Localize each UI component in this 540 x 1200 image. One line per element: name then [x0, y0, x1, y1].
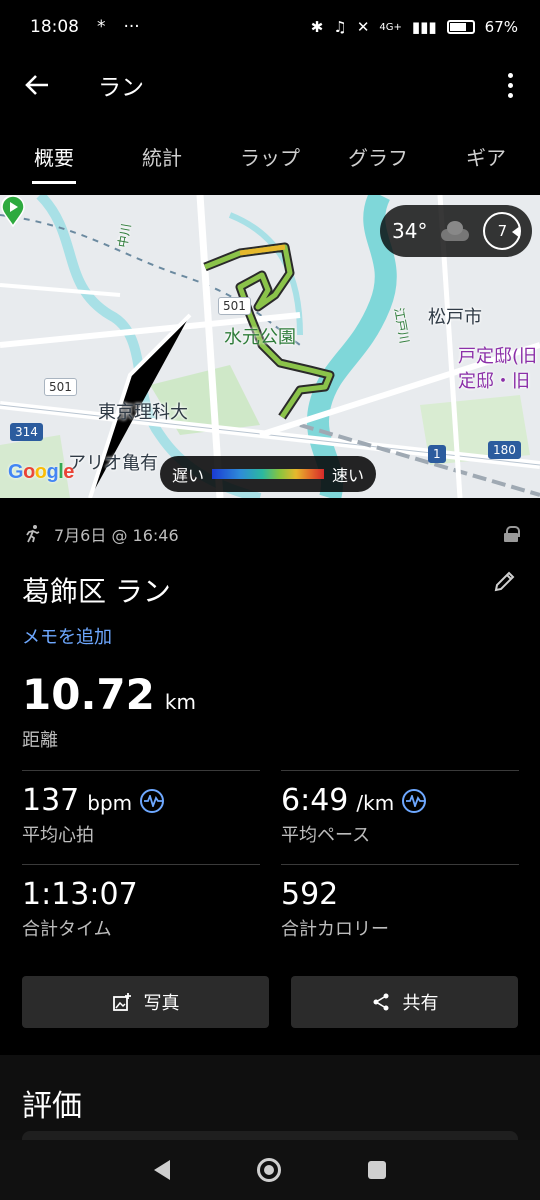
- calories-value: 592: [281, 877, 339, 912]
- nav-back-icon[interactable]: [153, 1160, 170, 1180]
- nav-home-icon[interactable]: [256, 1158, 281, 1182]
- stat-heart-rate: 137 bpm 平均心拍: [22, 770, 260, 864]
- add-memo-link[interactable]: メモを追加: [22, 623, 112, 649]
- speed-legend-fast: 速い: [331, 466, 364, 485]
- add-photo-icon: [112, 993, 131, 1011]
- heart-rate-unit: bpm: [87, 791, 133, 815]
- notification-icon: *: [97, 17, 106, 37]
- google-logo: Google: [8, 461, 74, 483]
- stat-total-time: 1:13:07 合計タイム: [22, 864, 260, 958]
- calories-label: 合計カロリー: [281, 919, 389, 940]
- earbuds-icon: ♫: [333, 18, 347, 36]
- pace-value: 6:49: [281, 783, 349, 818]
- speed-legend-slow: 遅い: [172, 466, 205, 485]
- distance-label: 距離: [22, 730, 58, 751]
- weather-badge: 34° 7: [380, 205, 532, 257]
- tab-bar: 概要 統計 ラップ グラフ ギア: [0, 126, 540, 186]
- pace-unit: /km: [356, 791, 395, 815]
- route-map[interactable]: 501 501 314 180 1 松戸市 水元公園 東京理科大 アリオ亀有 戸…: [0, 195, 540, 498]
- pace-info-icon[interactable]: [402, 788, 427, 813]
- map-label-tojo-2: 定邸・旧: [458, 371, 530, 392]
- road-501-badge: 501: [218, 297, 251, 315]
- tab-graph[interactable]: グラフ: [324, 126, 432, 186]
- tab-laps[interactable]: ラップ: [216, 126, 324, 186]
- add-photo-button[interactable]: 写真: [22, 976, 269, 1028]
- rating-title: 評価: [22, 1089, 82, 1124]
- mute-icon: ✕: [356, 18, 370, 36]
- start-marker-icon: [1, 195, 25, 227]
- battery-icon: [446, 20, 475, 34]
- tab-gear[interactable]: ギア: [432, 126, 540, 186]
- distance-value: 10.72 km: [22, 670, 196, 719]
- total-time-label: 合計タイム: [22, 919, 112, 940]
- share-label: 共有: [402, 993, 439, 1014]
- system-nav-bar: [0, 1140, 540, 1200]
- road-501-badge-2: 501: [44, 378, 77, 396]
- activity-meta: 7月6日 @ 16:46: [22, 522, 520, 546]
- back-button[interactable]: [0, 54, 74, 116]
- pace-label: 平均ペース: [281, 825, 371, 846]
- status-bar: 18:08 * ··· ✱ ♫ ✕ 4G+ ▮▮▮ 67%: [0, 0, 540, 54]
- stat-pace: 6:49 /km 平均ペース: [281, 770, 519, 864]
- battery-percent: 67%: [484, 18, 518, 36]
- page-title: ラン: [98, 75, 144, 101]
- tab-overview[interactable]: 概要: [0, 126, 108, 186]
- distance-unit: km: [164, 690, 196, 714]
- activity-title: 葛飾区 ラン: [22, 575, 171, 608]
- wind-speed-icon: 7: [483, 212, 522, 250]
- total-time-value: 1:13:07: [22, 877, 138, 912]
- activity-date: 7月6日 @ 16:46: [54, 526, 179, 545]
- map-label-matsudo: 松戸市: [428, 307, 482, 328]
- stat-calories: 592 合計カロリー: [281, 864, 519, 958]
- running-icon: [26, 525, 40, 543]
- cloud-icon: [437, 221, 471, 241]
- heart-rate-label: 平均心拍: [22, 825, 94, 846]
- more-notifications-icon: ···: [123, 17, 140, 37]
- share-button[interactable]: 共有: [291, 976, 518, 1028]
- share-icon: [373, 993, 388, 1011]
- speed-gradient-bar: [212, 469, 324, 479]
- map-label-college: 東京理科大: [98, 402, 188, 423]
- road-180-badge: 180: [488, 441, 521, 459]
- arrow-left-icon: [25, 75, 48, 95]
- heart-rate-info-icon[interactable]: [140, 788, 165, 813]
- network-label: 4G+: [379, 21, 402, 33]
- map-label-tojo-1: 戸定邸(旧: [458, 346, 538, 367]
- road-314-badge: 314: [10, 423, 43, 441]
- rating-section: 評価: [0, 1055, 540, 1151]
- distance-number: 10.72: [22, 670, 155, 719]
- lock-icon[interactable]: [504, 526, 520, 542]
- nav-recents-icon[interactable]: [368, 1161, 387, 1179]
- add-photo-label: 写真: [143, 993, 180, 1014]
- app-bar: ラン: [0, 54, 540, 116]
- bluetooth-icon: ✱: [310, 18, 324, 36]
- tab-stats[interactable]: 統計: [108, 126, 216, 186]
- more-options-button[interactable]: [480, 54, 540, 116]
- speed-legend: 遅い 速い: [160, 456, 376, 492]
- more-vert-icon: [507, 72, 513, 78]
- heart-rate-value: 137: [22, 783, 80, 818]
- weather-temperature: 34°: [392, 219, 428, 243]
- edit-pencil-icon[interactable]: [492, 568, 518, 594]
- map-label-ario: アリオ亀有: [68, 453, 158, 474]
- map-label-park: 水元公園: [224, 327, 296, 348]
- status-time: 18:08: [30, 17, 79, 37]
- road-1-badge: 1: [428, 445, 446, 463]
- signal-icon: ▮▮▮: [411, 18, 437, 36]
